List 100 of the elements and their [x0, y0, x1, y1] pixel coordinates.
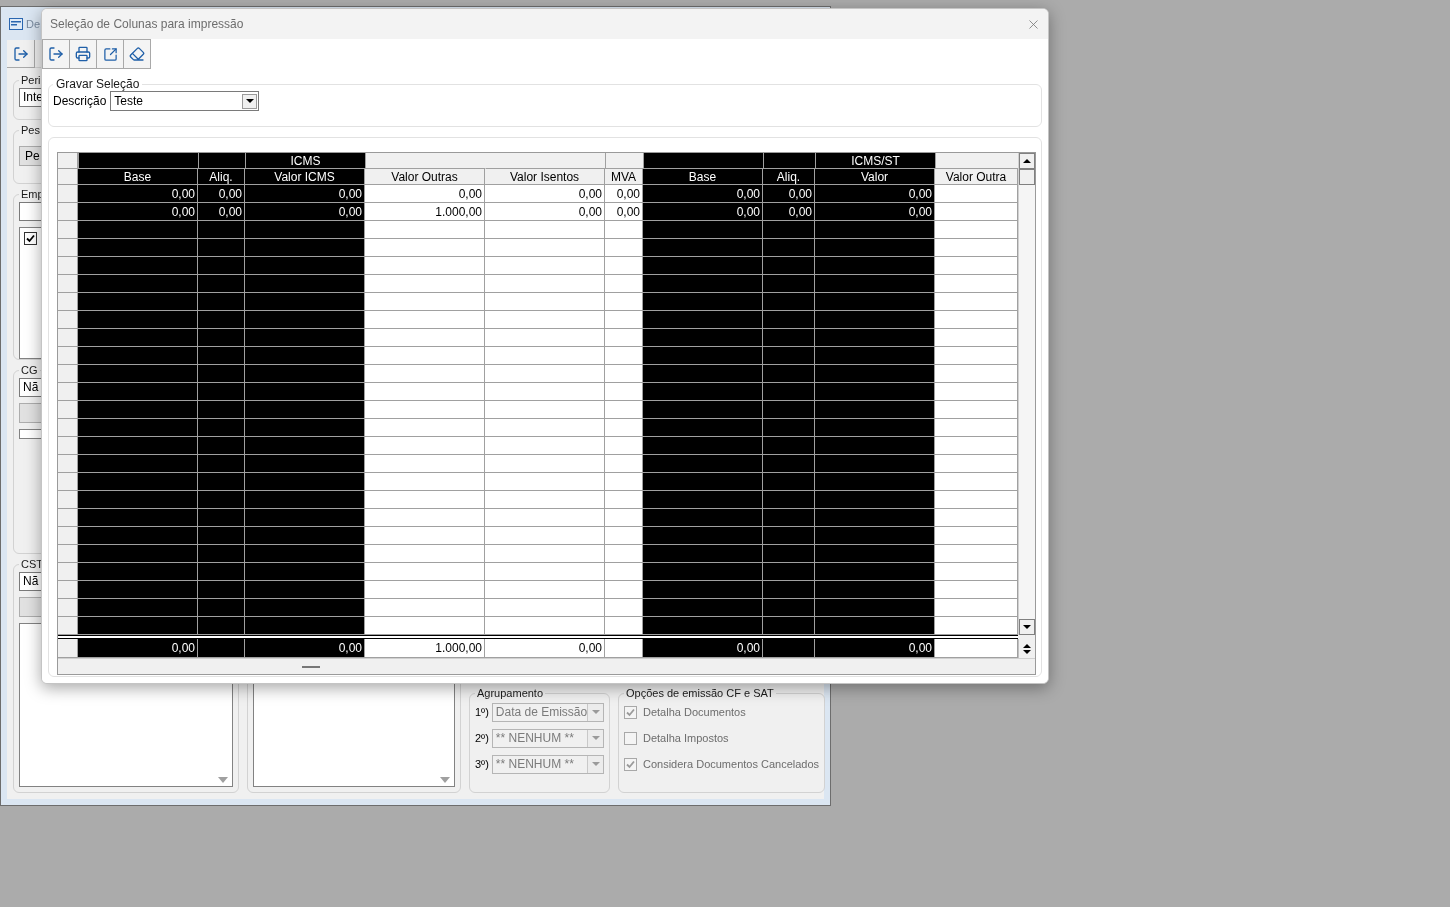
table-cell: 0,00: [198, 185, 245, 203]
table-cell: [198, 401, 245, 419]
row-header[interactable]: [58, 617, 78, 635]
option-label: Detalha Documentos: [643, 706, 746, 718]
table-cell: 0,00: [198, 203, 245, 221]
table-cell: [198, 545, 245, 563]
row-header[interactable]: [58, 473, 78, 491]
table-cell: [605, 293, 643, 311]
row-header[interactable]: [58, 639, 78, 658]
table-cell: [198, 239, 245, 257]
row-header[interactable]: [58, 491, 78, 509]
column-header[interactable]: Valor: [815, 169, 935, 185]
table-cell: [605, 257, 643, 275]
option-label: Detalha Impostos: [643, 732, 729, 744]
table-cell: 0,00: [605, 203, 643, 221]
print-button[interactable]: [69, 39, 97, 69]
row-header[interactable]: [58, 239, 78, 257]
table-cell: [198, 275, 245, 293]
option-label: Considera Documentos Cancelados: [643, 758, 820, 770]
scroll-down-icon: [218, 777, 228, 783]
table-cell: [763, 581, 815, 599]
table-cell: [763, 563, 815, 581]
company-checkbox[interactable]: [24, 232, 37, 245]
table-cell: [763, 473, 815, 491]
checkmark-icon: [26, 234, 35, 243]
group-label: Opções de emissão CF e SAT: [625, 687, 775, 699]
table-cell: [198, 347, 245, 365]
row-header[interactable]: [58, 365, 78, 383]
table-cell: [605, 473, 643, 491]
table-cell: [198, 599, 245, 617]
exit-icon: [48, 46, 64, 62]
table-cell: [763, 365, 815, 383]
column-header[interactable]: Valor Outras: [365, 169, 485, 185]
table-cell: [198, 437, 245, 455]
column-header[interactable]: Valor Outra: [935, 169, 1018, 185]
column-group-header: ICMS/ST: [815, 153, 935, 169]
row-header[interactable]: [58, 401, 78, 419]
row-header[interactable]: [58, 509, 78, 527]
row-header[interactable]: [58, 419, 78, 437]
row-header[interactable]: [58, 311, 78, 329]
table-cell: 0,00: [485, 185, 605, 203]
row-header[interactable]: [58, 455, 78, 473]
row-header[interactable]: [58, 257, 78, 275]
table-cell: [763, 419, 815, 437]
table-cell: [763, 545, 815, 563]
table-cell: 1.000,00: [365, 203, 485, 221]
checkmark-icon: [626, 759, 635, 769]
table-cell: [198, 491, 245, 509]
group-label: Agrupamento: [476, 687, 545, 699]
row-header[interactable]: [58, 329, 78, 347]
row-header[interactable]: [58, 185, 78, 203]
export-button[interactable]: [96, 39, 124, 69]
row-header[interactable]: [58, 599, 78, 617]
row-header[interactable]: [58, 203, 78, 221]
scroll-thumb[interactable]: [1019, 169, 1035, 185]
row-header[interactable]: [58, 581, 78, 599]
table-cell: [763, 401, 815, 419]
table-cell: [605, 581, 643, 599]
level-label: 1º): [475, 706, 489, 718]
row-header[interactable]: [58, 383, 78, 401]
row-header[interactable]: [58, 275, 78, 293]
table-cell: [605, 599, 643, 617]
table-cell: [198, 455, 245, 473]
column-header[interactable]: Base: [643, 169, 763, 185]
row-header[interactable]: [58, 293, 78, 311]
scroll-grip-icon[interactable]: [302, 665, 320, 668]
table-cell: 0,00: [78, 185, 198, 203]
vertical-scrollbar[interactable]: [1018, 153, 1035, 635]
table-cell: [198, 365, 245, 383]
dropdown-arrow-icon: [245, 99, 254, 103]
table-cell: [763, 437, 815, 455]
table-cell: [763, 455, 815, 473]
table-cell: 0,00: [605, 185, 643, 203]
table-cell: [605, 275, 643, 293]
column-header[interactable]: Aliq.: [198, 169, 245, 185]
column-header[interactable]: Valor ICMS: [245, 169, 365, 185]
description-dropdown[interactable]: Teste: [110, 91, 260, 111]
clear-button[interactable]: [123, 39, 151, 69]
column-header[interactable]: Aliq.: [763, 169, 815, 185]
table-cell: [605, 311, 643, 329]
row-header[interactable]: [58, 563, 78, 581]
column-header[interactable]: Valor Isentos: [485, 169, 605, 185]
total-cell: 0,00: [245, 639, 365, 658]
table-cell: [605, 329, 643, 347]
column-header[interactable]: Base: [78, 169, 198, 185]
table-cell: [198, 257, 245, 275]
table-cell: 0,00: [643, 185, 763, 203]
row-header[interactable]: [58, 527, 78, 545]
table-cell: 0,00: [245, 203, 365, 221]
row-header[interactable]: [58, 221, 78, 239]
level-label: 3º): [475, 758, 489, 770]
table-cell: [198, 293, 245, 311]
scroll-down-icon: [1023, 625, 1031, 629]
column-header[interactable]: MVA: [605, 169, 643, 185]
spin-up-icon: [1023, 643, 1031, 648]
exit-button[interactable]: [7, 40, 35, 68]
exit-button[interactable]: [42, 39, 70, 69]
row-header[interactable]: [58, 347, 78, 365]
row-header[interactable]: [58, 545, 78, 563]
row-header[interactable]: [58, 437, 78, 455]
